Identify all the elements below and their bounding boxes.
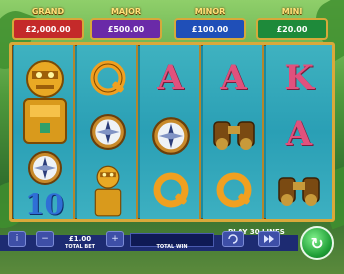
fast-forward-icon [264, 235, 274, 243]
jackpot-minor-value: £100.00 [191, 24, 229, 34]
symbol-a: A [157, 57, 184, 98]
gold-q-icon [216, 172, 251, 207]
slot-game: GRAND £2,000.00 MAJOR £500.00 MINOR £100… [0, 0, 344, 274]
minus-icon: − [41, 234, 49, 244]
gold-q-icon [90, 60, 125, 95]
jackpot-grand-label: GRAND [31, 7, 65, 16]
spin-button[interactable]: ↻ [300, 226, 334, 260]
binoculars-symbol [266, 159, 332, 216]
total-bet-value: £1.00 [68, 235, 92, 243]
k-symbol: K [266, 49, 332, 106]
a-symbol: A [203, 49, 264, 106]
q-symbol [77, 49, 138, 106]
q-symbol [140, 161, 201, 218]
autoplay-button[interactable] [222, 231, 244, 247]
gold-idol-symbol [77, 157, 138, 219]
plus-icon: + [111, 234, 119, 244]
symbol-ten: 10 [25, 187, 64, 221]
jackpot-major: MAJOR £500.00 [90, 7, 162, 40]
reel-5: K A [266, 45, 332, 219]
jackpot-mini: MINI £20.00 [256, 7, 328, 40]
spin-icon: ↻ [310, 233, 324, 253]
bet-increase-button[interactable]: + [106, 231, 124, 247]
compass-icon [89, 113, 126, 150]
reel-frame: 10 A A K A [9, 42, 335, 222]
compass-icon [27, 151, 62, 185]
reel-2 [77, 45, 138, 219]
ten-symbol: 10 [14, 187, 75, 221]
compass-symbol [140, 107, 201, 164]
jackpot-grand: GRAND £2,000.00 [12, 7, 84, 40]
gold-q-icon [153, 172, 188, 207]
symbol-k: K [284, 57, 314, 98]
total-bet-label: TOTAL BET [64, 244, 96, 250]
total-win-label: TOTAL WIN [156, 244, 188, 250]
gold-idol-symbol [14, 47, 75, 147]
jackpot-major-label: MAJOR [110, 7, 142, 16]
compass-symbol [77, 103, 138, 160]
jackpot-mini-value: £20.00 [276, 24, 308, 34]
compass-symbol [14, 148, 75, 188]
gold-idol-icon [22, 60, 67, 144]
jackpot-mini-label: MINI [281, 7, 303, 16]
gold-idol-icon [94, 165, 121, 217]
a-symbol: A [266, 105, 332, 162]
symbol-a: A [220, 57, 247, 98]
jackpot-minor: MINOR £100.00 [174, 7, 246, 40]
binoculars-symbol [203, 103, 264, 160]
turbo-button[interactable] [258, 231, 280, 247]
reel-3: A [140, 45, 201, 219]
jackpot-major-value: £500.00 [107, 24, 145, 34]
compass-icon [151, 116, 190, 155]
reel-1: 10 [14, 45, 75, 221]
binoculars-icon [212, 120, 255, 150]
jackpot-minor-label: MINOR [194, 7, 226, 16]
info-button[interactable]: i [8, 231, 26, 247]
symbol-a: A [285, 113, 313, 154]
info-icon: i [15, 234, 19, 244]
autoplay-icon [228, 234, 238, 244]
jackpot-grand-value: £2,000.00 [25, 24, 71, 34]
a-symbol: A [140, 49, 201, 106]
reel-4: A [203, 45, 264, 219]
binoculars-icon [278, 176, 320, 206]
bet-decrease-button[interactable]: − [36, 231, 54, 247]
q-symbol [203, 161, 264, 218]
